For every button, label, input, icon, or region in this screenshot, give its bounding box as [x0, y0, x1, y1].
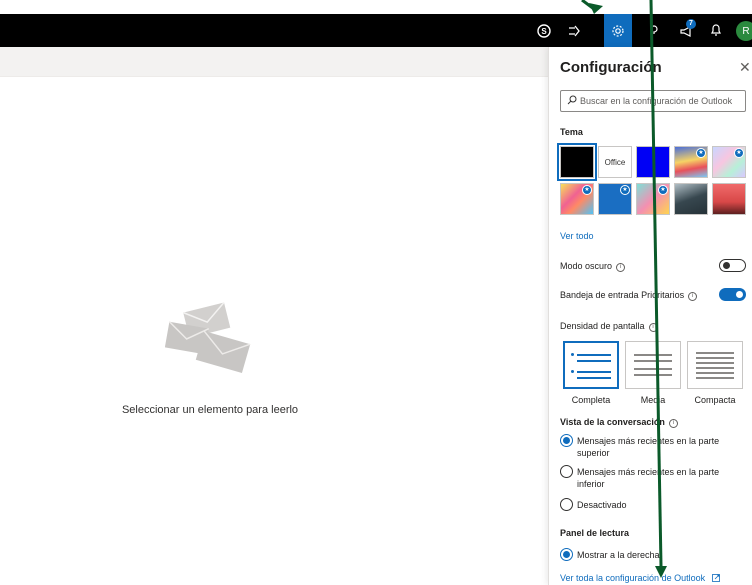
density-line — [577, 371, 611, 373]
settings-title: Configuración — [560, 59, 662, 76]
notification-badge: 7 — [686, 19, 696, 29]
dark-mode-toggle[interactable] — [719, 259, 746, 272]
help-icon[interactable] — [640, 14, 668, 47]
density-line — [696, 362, 734, 364]
toggle-knob — [736, 291, 743, 298]
theme-pastel-swatch[interactable]: ★ — [712, 146, 746, 178]
theme-blue-swatch[interactable] — [636, 146, 670, 178]
conversation-off-label: Desactivado — [577, 500, 627, 510]
empty-reading-message: Seleccionar un elemento para leerlo — [121, 404, 299, 416]
theme-office-swatch[interactable]: Office — [598, 146, 632, 178]
theme-road-swatch[interactable] — [674, 183, 708, 215]
info-icon[interactable]: i — [648, 323, 658, 332]
density-line — [577, 360, 611, 362]
megaphone-icon[interactable]: 7 — [672, 14, 700, 47]
share-icon[interactable] — [560, 14, 588, 47]
density-row: Densidad de pantalla i — [560, 321, 658, 332]
star-icon: ★ — [582, 185, 592, 195]
conversation-newest-bottom-label: Mensajes más recientes en la parte infer… — [577, 467, 720, 489]
theme-doodle-swatch[interactable]: ★ — [636, 183, 670, 215]
density-line — [634, 374, 672, 376]
info-icon[interactable]: i — [668, 419, 678, 428]
conversation-newest-top-radio[interactable] — [560, 434, 573, 447]
density-line — [696, 357, 734, 359]
star-icon: ★ — [734, 148, 744, 158]
focused-inbox-toggle[interactable] — [719, 288, 746, 301]
dark-mode-label: Modo oscuro — [560, 261, 613, 271]
avatar[interactable]: R — [736, 21, 752, 41]
conversation-row: Vista de la conversación i — [560, 417, 678, 428]
density-full-label: Completa — [571, 395, 611, 405]
density-line — [634, 354, 672, 356]
density-compact-option[interactable] — [687, 341, 743, 389]
reading-pane-empty — [0, 77, 548, 585]
density-line — [696, 377, 734, 379]
theme-flowers-swatch[interactable]: ★ — [560, 183, 594, 215]
density-heading: Densidad de pantalla — [560, 321, 645, 331]
top-header-bar: S 7 — [0, 14, 752, 47]
density-line — [696, 367, 734, 369]
density-dot — [571, 370, 574, 373]
see-all-themes-link[interactable]: Ver todo — [560, 231, 594, 241]
command-bar — [0, 47, 548, 77]
density-compact-label: Compacta — [694, 395, 736, 405]
search-icon — [567, 92, 577, 110]
theme-palms-swatch[interactable] — [712, 183, 746, 215]
settings-search-box[interactable] — [560, 90, 746, 112]
density-dot — [571, 353, 574, 356]
toggle-knob — [723, 262, 730, 269]
focused-inbox-label: Bandeja de entrada Prioritarios — [560, 290, 685, 300]
density-line — [696, 352, 734, 354]
density-full-option[interactable] — [563, 341, 619, 389]
close-icon[interactable]: ✕ — [739, 59, 751, 76]
density-line — [696, 372, 734, 374]
envelopes-illustration-icon — [164, 297, 255, 377]
bell-icon[interactable] — [702, 14, 730, 47]
dark-mode-row: Modo oscuro i — [560, 261, 626, 272]
settings-panel: Configuración ✕ Tema Office ★ ★ ★ ★ ★ Ve… — [548, 47, 752, 585]
svg-text:S: S — [541, 27, 547, 36]
view-all-settings-text: Ver toda la configuración de Outlook — [560, 573, 706, 583]
info-icon[interactable]: i — [688, 292, 698, 301]
theme-heading: Tema — [560, 127, 583, 137]
view-all-settings-link[interactable]: Ver toda la configuración de Outlook — [560, 573, 720, 584]
star-icon: ★ — [620, 185, 630, 195]
density-line — [634, 360, 672, 362]
skype-icon[interactable]: S — [530, 14, 558, 47]
reading-pane-right-label: Mostrar a la derecha — [577, 550, 660, 560]
reading-pane-heading: Panel de lectura — [560, 528, 630, 538]
external-window-icon — [711, 574, 720, 584]
density-line — [634, 368, 672, 370]
top-strip — [0, 0, 752, 14]
conversation-heading: Vista de la conversación — [560, 417, 665, 427]
gear-icon[interactable] — [604, 14, 632, 47]
info-icon[interactable]: i — [616, 263, 626, 272]
theme-office-label: Office — [604, 157, 626, 167]
density-medium-label: Media — [640, 395, 666, 405]
conversation-newest-bottom-radio[interactable] — [560, 465, 573, 478]
reading-pane-right-radio[interactable] — [560, 548, 573, 561]
density-line — [577, 377, 611, 379]
star-icon: ★ — [658, 185, 668, 195]
conversation-off-radio[interactable] — [560, 498, 573, 511]
star-icon: ★ — [696, 148, 706, 158]
conversation-newest-top-label: Mensajes más recientes en la parte super… — [577, 436, 720, 458]
theme-black-swatch[interactable] — [557, 143, 597, 181]
theme-rainbow-swatch[interactable]: ★ — [674, 146, 708, 178]
theme-circuit-swatch[interactable]: ★ — [598, 183, 632, 215]
focused-inbox-row: Bandeja de entrada Prioritarios i — [560, 290, 698, 301]
density-medium-option[interactable] — [625, 341, 681, 389]
density-line — [577, 354, 611, 356]
settings-search-input[interactable] — [580, 96, 740, 106]
